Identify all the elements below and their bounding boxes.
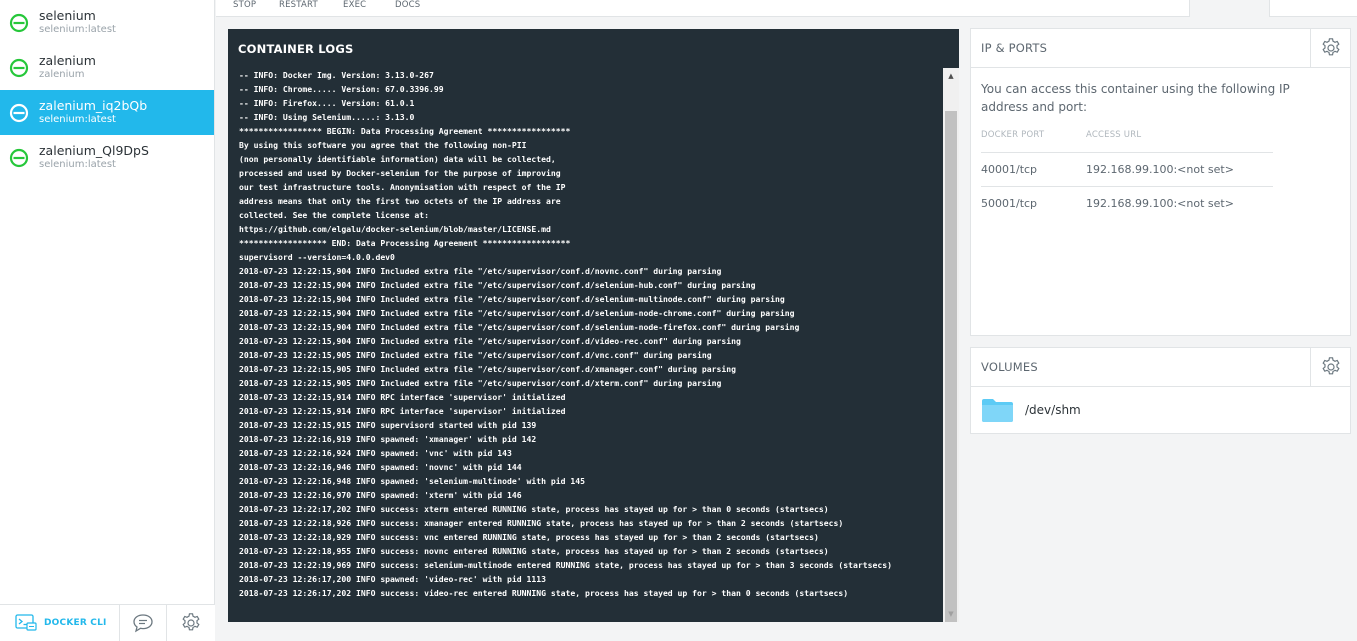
table-row: 50001/tcp 192.168.99.100:<not set> (981, 186, 1273, 221)
log-line: https://github.com/elgalu/docker-seleniu… (239, 224, 551, 234)
exec-button[interactable]: EXEC (343, 0, 366, 10)
docker-port-cell: 40001/tcp (981, 152, 1086, 187)
log-line: address means that only the first two oc… (239, 196, 561, 206)
container-image: zalenium (39, 69, 85, 80)
scroll-up-arrow-icon[interactable]: ▲ (943, 68, 959, 84)
log-line: 2018-07-23 12:26:17,200 INFO spawned: 'v… (239, 574, 546, 584)
log-line: 2018-07-23 12:22:16,970 INFO spawned: 'x… (239, 490, 522, 500)
access-url-cell[interactable]: 192.168.99.100:<not set> (1086, 186, 1273, 221)
gear-icon (181, 613, 200, 631)
log-line: 2018-07-23 12:22:15,905 INFO Included ex… (239, 350, 712, 360)
docker-port-cell: 50001/tcp (981, 186, 1086, 221)
container-image: selenium:latest (39, 24, 116, 35)
gear-icon (1321, 38, 1340, 56)
container-item-selected[interactable]: zalenium_iq2bQb selenium:latest (0, 90, 214, 135)
volumes-title: VOLUMES (981, 360, 1038, 374)
log-line: 2018-07-23 12:22:17,202 INFO success: xt… (239, 504, 829, 514)
chat-bubble-icon (133, 614, 153, 633)
active-tab[interactable] (1189, 0, 1270, 17)
volume-path: /dev/shm (1025, 403, 1081, 417)
ip-ports-panel: IP & PORTS You can access this container… (970, 28, 1351, 336)
ip-ports-header: IP & PORTS (971, 29, 1350, 68)
log-line: ****************** END: Data Processing … (239, 238, 571, 248)
log-line: 2018-07-23 12:22:15,904 INFO Included ex… (239, 294, 785, 304)
log-line: -- INFO: Chrome..... Version: 67.0.3396.… (239, 84, 444, 94)
log-line: (non personally identifiable information… (239, 154, 556, 164)
feedback-button[interactable] (120, 605, 167, 641)
volumes-panel: VOLUMES /dev/shm (970, 347, 1351, 434)
container-name: zalenium_Ql9DpS (39, 143, 149, 158)
docs-button[interactable]: DOCS (395, 0, 420, 10)
log-line: 2018-07-23 12:22:15,914 INFO RPC interfa… (239, 406, 566, 416)
ports-table: DOCKER PORT ACCESS URL 40001/tcp 192.168… (981, 130, 1273, 221)
container-image: selenium:latest (39, 114, 116, 125)
volumes-settings-button[interactable] (1310, 348, 1350, 386)
folder-icon (982, 398, 1013, 422)
container-image: selenium:latest (39, 159, 116, 170)
log-line: collected. See the complete license at: (239, 210, 430, 220)
container-item[interactable]: zalenium zalenium (0, 45, 214, 90)
restart-button[interactable]: RESTART (279, 0, 318, 10)
log-line: 2018-07-23 12:22:16,948 INFO spawned: 's… (239, 476, 585, 486)
logs-title: CONTAINER LOGS (238, 42, 354, 56)
container-name: zalenium_iq2bQb (39, 98, 148, 113)
log-line: 2018-07-23 12:22:15,915 INFO supervisord… (239, 420, 537, 430)
log-line: 2018-07-23 12:22:15,905 INFO Included ex… (239, 378, 722, 388)
docker-port-header: DOCKER PORT (981, 130, 1045, 140)
container-name: zalenium (39, 53, 96, 68)
container-sidebar: selenium selenium:latest zalenium zaleni… (0, 0, 215, 641)
ip-ports-title: IP & PORTS (981, 41, 1048, 55)
scroll-down-arrow-icon[interactable]: ▼ (943, 606, 959, 622)
log-line: 2018-07-23 12:22:16,924 INFO spawned: 'v… (239, 448, 512, 458)
ip-ports-description: You can access this container using the … (981, 82, 1290, 114)
log-line: 2018-07-23 12:22:18,955 INFO success: no… (239, 546, 829, 556)
access-url-cell[interactable]: 192.168.99.100:<not set> (1086, 152, 1273, 187)
running-status-icon (9, 58, 29, 78)
log-line: 2018-07-23 12:22:19,969 INFO success: se… (239, 560, 892, 570)
log-line: By using this software you agree that th… (239, 140, 527, 150)
gear-icon (1321, 357, 1340, 375)
volumes-header: VOLUMES (971, 348, 1350, 387)
log-line: 2018-07-23 12:22:16,919 INFO spawned: 'x… (239, 434, 537, 444)
running-status-icon (9, 103, 29, 123)
log-line: 2018-07-23 12:22:15,904 INFO Included ex… (239, 336, 741, 346)
stop-button[interactable]: STOP (233, 0, 256, 10)
log-line: 2018-07-23 12:22:15,905 INFO Included ex… (239, 364, 737, 374)
scrollbar-thumb[interactable] (945, 111, 957, 622)
running-status-icon (9, 13, 29, 33)
log-line: 2018-07-23 12:22:15,904 INFO Included ex… (239, 266, 722, 276)
log-line: -- INFO: Using Selenium.....: 3.13.0 (239, 112, 415, 122)
log-line: 2018-07-23 12:22:16,946 INFO spawned: 'n… (239, 462, 522, 472)
ip-ports-settings-button[interactable] (1310, 29, 1350, 67)
docker-cli-label: DOCKER CLI (44, 618, 107, 628)
docker-cli-icon (15, 614, 37, 631)
access-url-header: ACCESS URL (1086, 130, 1142, 140)
preferences-button[interactable] (167, 605, 214, 641)
sidebar-footer: DOCKER CLI (0, 604, 215, 641)
container-logs-panel: CONTAINER LOGS -- INFO: Docker Img. Vers… (228, 29, 959, 622)
log-line: 2018-07-23 12:22:18,929 INFO success: vn… (239, 532, 819, 542)
log-line: ***************** BEGIN: Data Processing… (239, 126, 571, 136)
table-row: 40001/tcp 192.168.99.100:<not set> (981, 152, 1273, 187)
log-line: 2018-07-23 12:22:15,904 INFO Included ex… (239, 280, 756, 290)
docker-cli-button[interactable]: DOCKER CLI (0, 605, 120, 641)
logs-output[interactable]: -- INFO: Docker Img. Version: 3.13.0-267… (228, 67, 943, 622)
container-toolbar: STOP RESTART EXEC DOCS (216, 0, 1357, 17)
log-line: -- INFO: Firefox.... Version: 61.0.1 (239, 98, 415, 108)
log-line: -- INFO: Docker Img. Version: 3.13.0-267 (239, 70, 434, 80)
log-line: processed and used by Docker-selenium fo… (239, 168, 561, 178)
running-status-icon (9, 148, 29, 168)
log-line: 2018-07-23 12:22:15,904 INFO Included ex… (239, 308, 795, 318)
log-line: 2018-07-23 12:26:17,202 INFO success: vi… (239, 588, 849, 598)
log-line: supervisord --version=4.0.0.dev0 (239, 252, 395, 262)
logs-scrollbar[interactable]: ▲ ▼ (943, 68, 959, 622)
container-item[interactable]: zalenium_Ql9DpS selenium:latest (0, 135, 214, 180)
container-item[interactable]: selenium selenium:latest (0, 0, 214, 45)
log-line: 2018-07-23 12:22:15,904 INFO Included ex… (239, 322, 800, 332)
volume-item[interactable]: /dev/shm (971, 387, 1350, 433)
log-line: 2018-07-23 12:22:18,926 INFO success: xm… (239, 518, 844, 528)
log-line: our test infrastructure tools. Anonymisa… (239, 182, 566, 192)
log-line: 2018-07-23 12:22:15,914 INFO RPC interfa… (239, 392, 566, 402)
container-name: selenium (39, 8, 96, 23)
